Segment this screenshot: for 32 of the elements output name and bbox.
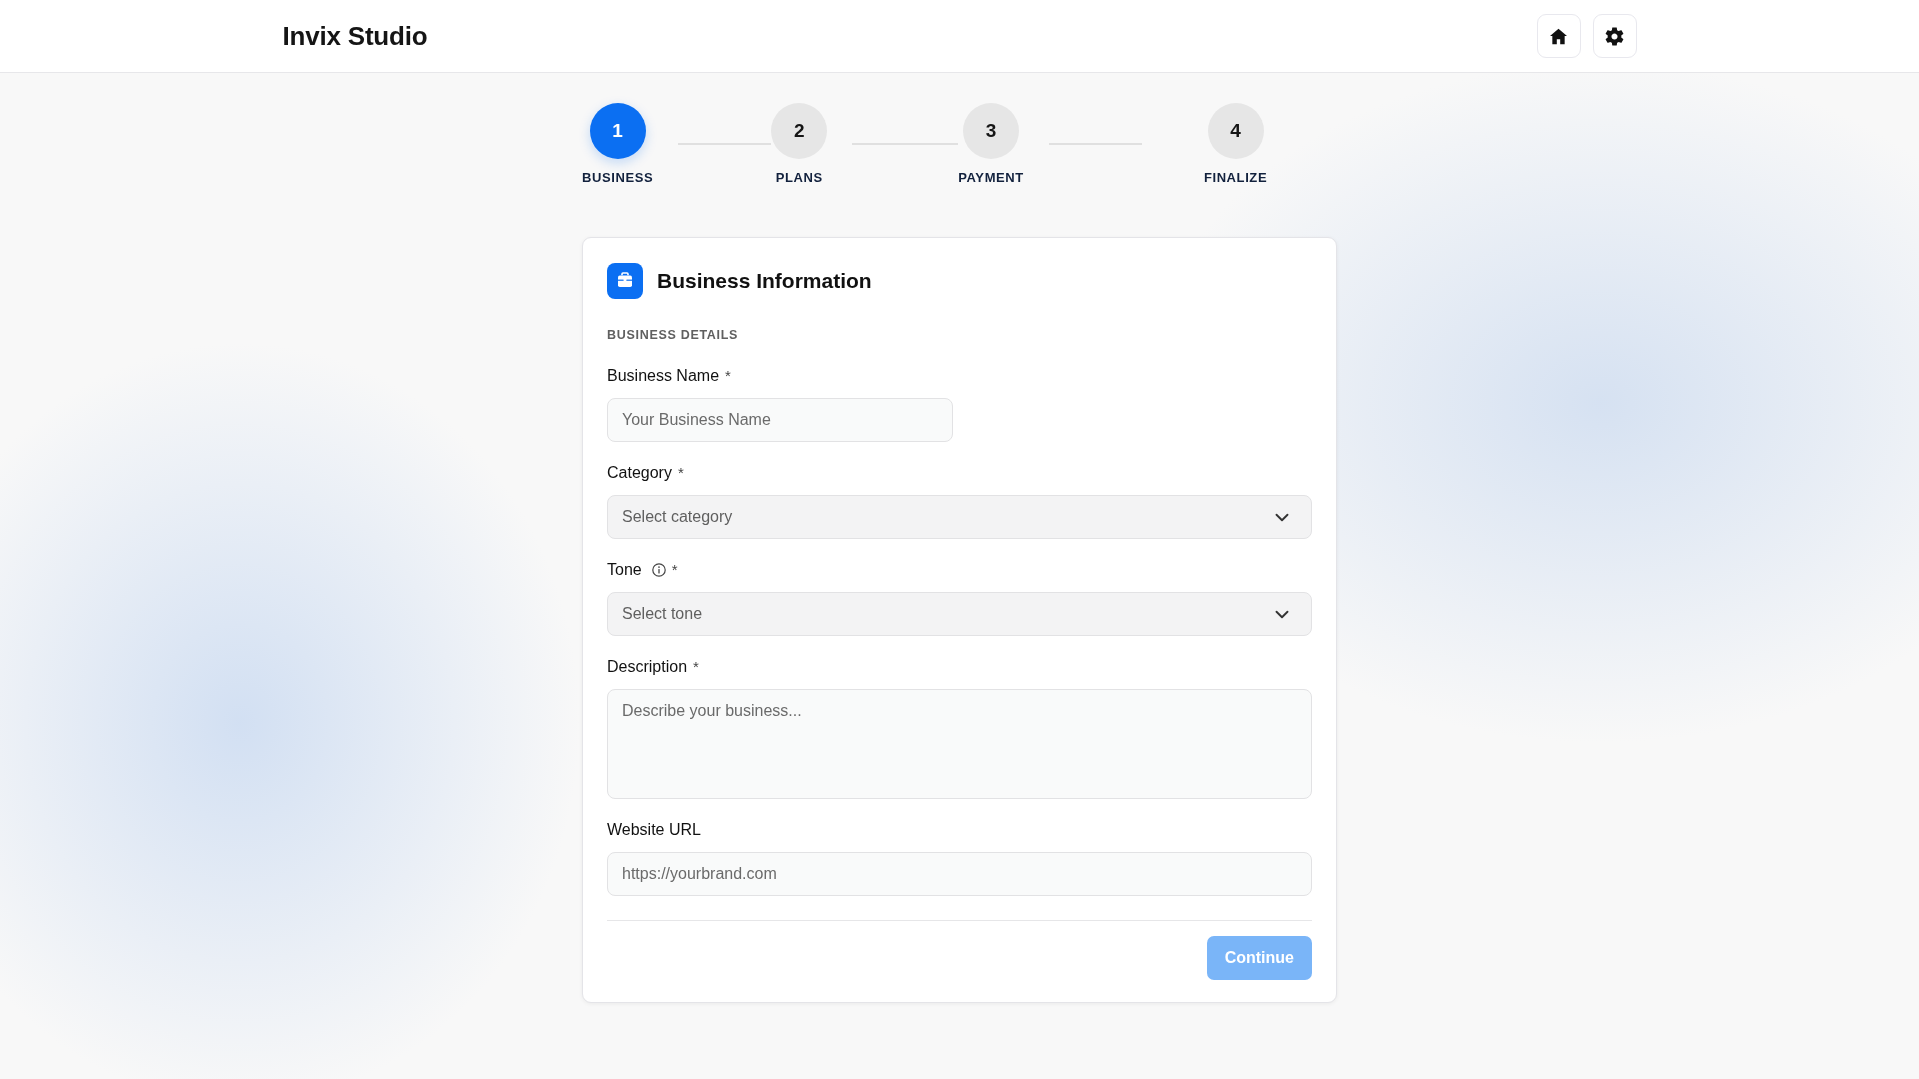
- required-mark: *: [677, 463, 684, 483]
- step-circle: 3: [963, 103, 1020, 159]
- required-mark: *: [671, 560, 678, 580]
- chevron-down-icon: [1275, 512, 1289, 522]
- text-input-field[interactable]: https://yourbrand.com: [607, 852, 1312, 896]
- textarea-field[interactable]: Describe your business...: [607, 689, 1312, 799]
- dropdown-field[interactable]: Select category: [607, 495, 1312, 539]
- briefcase-icon: [607, 263, 643, 299]
- field-label: Category: [607, 463, 672, 483]
- section-heading: BUSINESS DETAILS: [607, 327, 740, 343]
- home-icon: [1550, 27, 1567, 45]
- home-button[interactable]: [1536, 14, 1581, 58]
- step-label: BUSINESS: [582, 170, 654, 186]
- text-input-field[interactable]: Your Business Name: [607, 398, 953, 442]
- required-mark: *: [693, 657, 699, 677]
- field-label: Tone: [607, 560, 642, 580]
- step-circle: 1: [589, 103, 646, 159]
- step-label: PAYMENT: [958, 170, 1024, 186]
- app-title: Invix Studio: [282, 20, 428, 52]
- field-label: Business Name: [607, 366, 720, 386]
- settings-button[interactable]: [1592, 14, 1637, 58]
- required-mark: *: [725, 366, 731, 386]
- step-label: FINALIZE: [1203, 170, 1268, 186]
- step-circle: 4: [1207, 103, 1264, 159]
- field-label: Website URL: [607, 820, 701, 840]
- step-label: PLANS: [775, 170, 823, 186]
- step-circle: 2: [771, 103, 828, 159]
- dropdown-field[interactable]: Select tone: [607, 592, 1312, 636]
- card-title: Business Information: [657, 268, 872, 294]
- field-label: Description: [607, 657, 688, 677]
- chevron-down-icon: [1275, 609, 1289, 619]
- settings-icon: [1605, 26, 1624, 46]
